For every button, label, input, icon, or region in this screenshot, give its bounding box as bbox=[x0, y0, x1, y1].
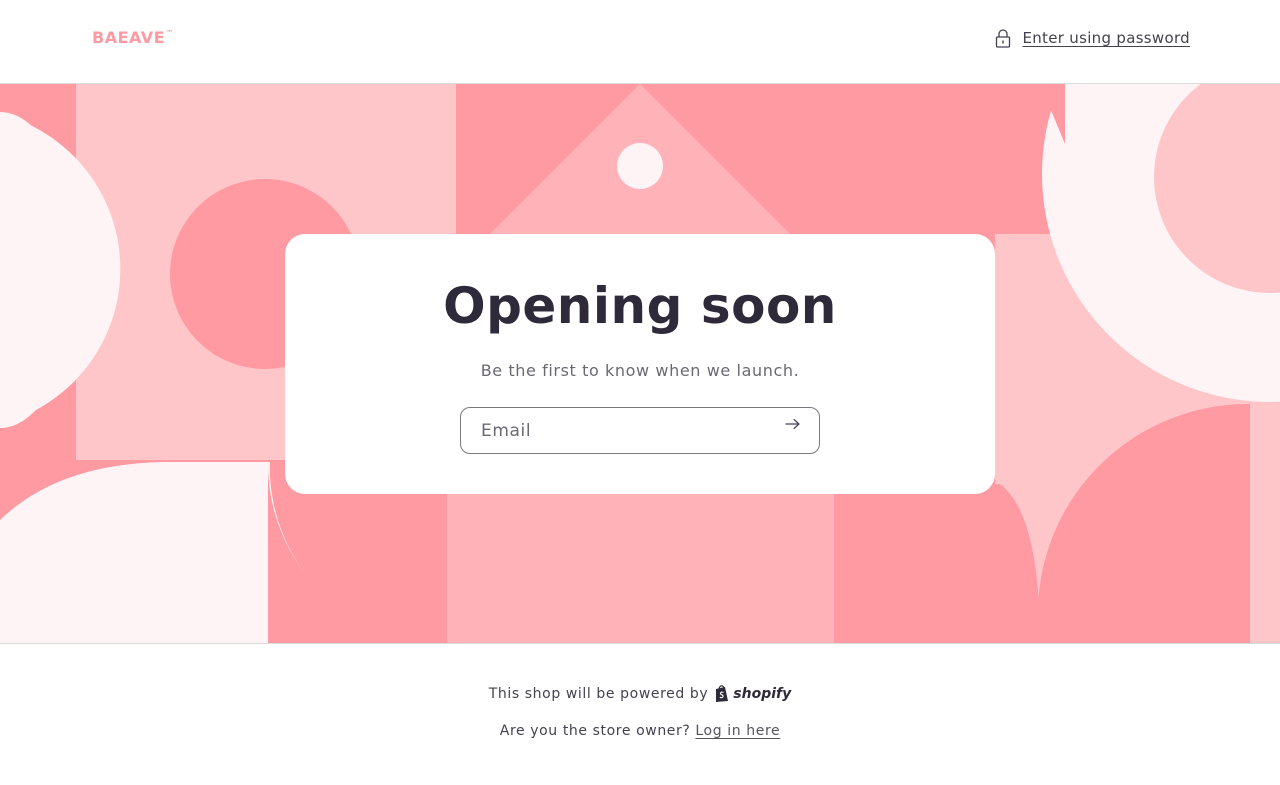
lock-icon bbox=[994, 28, 1012, 48]
footer: This shop will be powered by shopify Are… bbox=[0, 645, 1280, 785]
email-signup-field bbox=[460, 407, 820, 454]
email-input[interactable] bbox=[481, 408, 781, 453]
enter-password-link[interactable]: Enter using password bbox=[994, 26, 1190, 50]
arrow-right-icon bbox=[785, 418, 800, 430]
store-logo[interactable]: BAEAVE ™ bbox=[92, 27, 173, 49]
logo-trademark: ™ bbox=[166, 29, 174, 37]
shopify-logo[interactable]: shopify bbox=[714, 685, 791, 703]
store-owner-line: Are you the store owner? Log in here bbox=[0, 723, 1280, 739]
shopify-bag-icon bbox=[716, 685, 729, 702]
opening-soon-card: Opening soon Be the first to know when w… bbox=[285, 234, 995, 494]
powered-by-line: This shop will be powered by shopify bbox=[0, 685, 1280, 703]
owner-question: Are you the store owner? bbox=[499, 723, 691, 739]
hero-banner: Opening soon Be the first to know when w… bbox=[0, 84, 1280, 644]
page-subtitle: Be the first to know when we launch. bbox=[480, 361, 800, 380]
subscribe-button[interactable] bbox=[785, 418, 811, 444]
powered-by-text: This shop will be powered by bbox=[488, 686, 709, 702]
page-title: Opening soon bbox=[443, 277, 837, 335]
enter-password-label: Enter using password bbox=[1022, 29, 1190, 47]
header: BAEAVE ™ Enter using password bbox=[0, 0, 1280, 84]
shopify-wordmark: shopify bbox=[733, 686, 792, 702]
logo-text: BAEAVE bbox=[92, 28, 166, 47]
login-link[interactable]: Log in here bbox=[695, 723, 780, 739]
